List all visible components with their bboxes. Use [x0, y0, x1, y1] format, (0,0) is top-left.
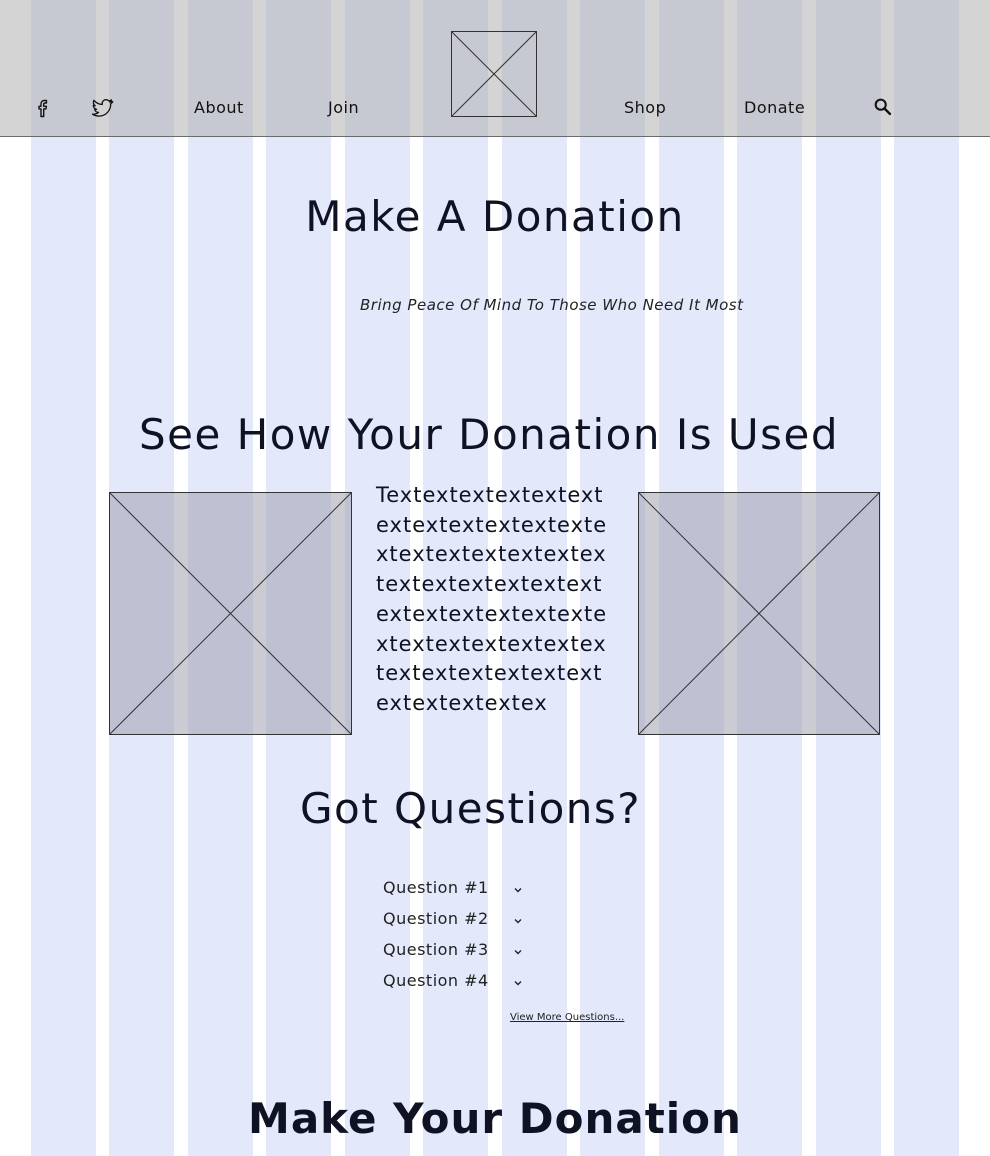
chevron-down-icon[interactable] — [513, 911, 523, 930]
view-more-questions-link[interactable]: View More Questions... — [510, 1012, 624, 1023]
facebook-icon[interactable] — [32, 96, 56, 120]
site-header: About Join Shop Donate — [0, 0, 990, 137]
usage-title: See How Your Donation Is Used — [138, 410, 840, 459]
nav-about[interactable]: About — [194, 98, 244, 117]
faq-question-label: Question #3 — [383, 940, 489, 959]
faq-title: Got Questions? — [300, 784, 642, 833]
usage-image-left — [109, 492, 352, 735]
logo-placeholder[interactable] — [451, 31, 537, 117]
grid-column — [31, 0, 96, 1156]
faq-question-2[interactable]: Question #2 — [383, 909, 528, 933]
donation-section-title: Make Your Donation — [248, 1094, 742, 1143]
faq-question-label: Question #1 — [383, 878, 489, 897]
usage-body-text: Textextextextextextextextextextextextext… — [376, 483, 608, 715]
faq-question-4[interactable]: Question #4 — [383, 971, 528, 995]
chevron-down-icon[interactable] — [513, 942, 523, 961]
nav-donate[interactable]: Donate — [744, 98, 805, 117]
nav-shop[interactable]: Shop — [624, 98, 666, 117]
chevron-down-icon[interactable] — [513, 973, 523, 992]
faq-question-label: Question #2 — [383, 909, 489, 928]
search-icon[interactable] — [872, 96, 896, 120]
grid-column — [894, 0, 959, 1156]
nav-join[interactable]: Join — [328, 98, 359, 117]
twitter-icon[interactable] — [90, 96, 114, 120]
faq-question-1[interactable]: Question #1 — [383, 878, 528, 902]
chevron-down-icon[interactable] — [513, 880, 523, 899]
page-subtitle: Bring Peace Of Mind To Those Who Need It… — [360, 296, 744, 314]
page-title: Make A Donation — [305, 192, 685, 241]
faq-question-label: Question #4 — [383, 971, 489, 990]
usage-image-right — [638, 492, 880, 735]
faq-question-3[interactable]: Question #3 — [383, 940, 528, 964]
